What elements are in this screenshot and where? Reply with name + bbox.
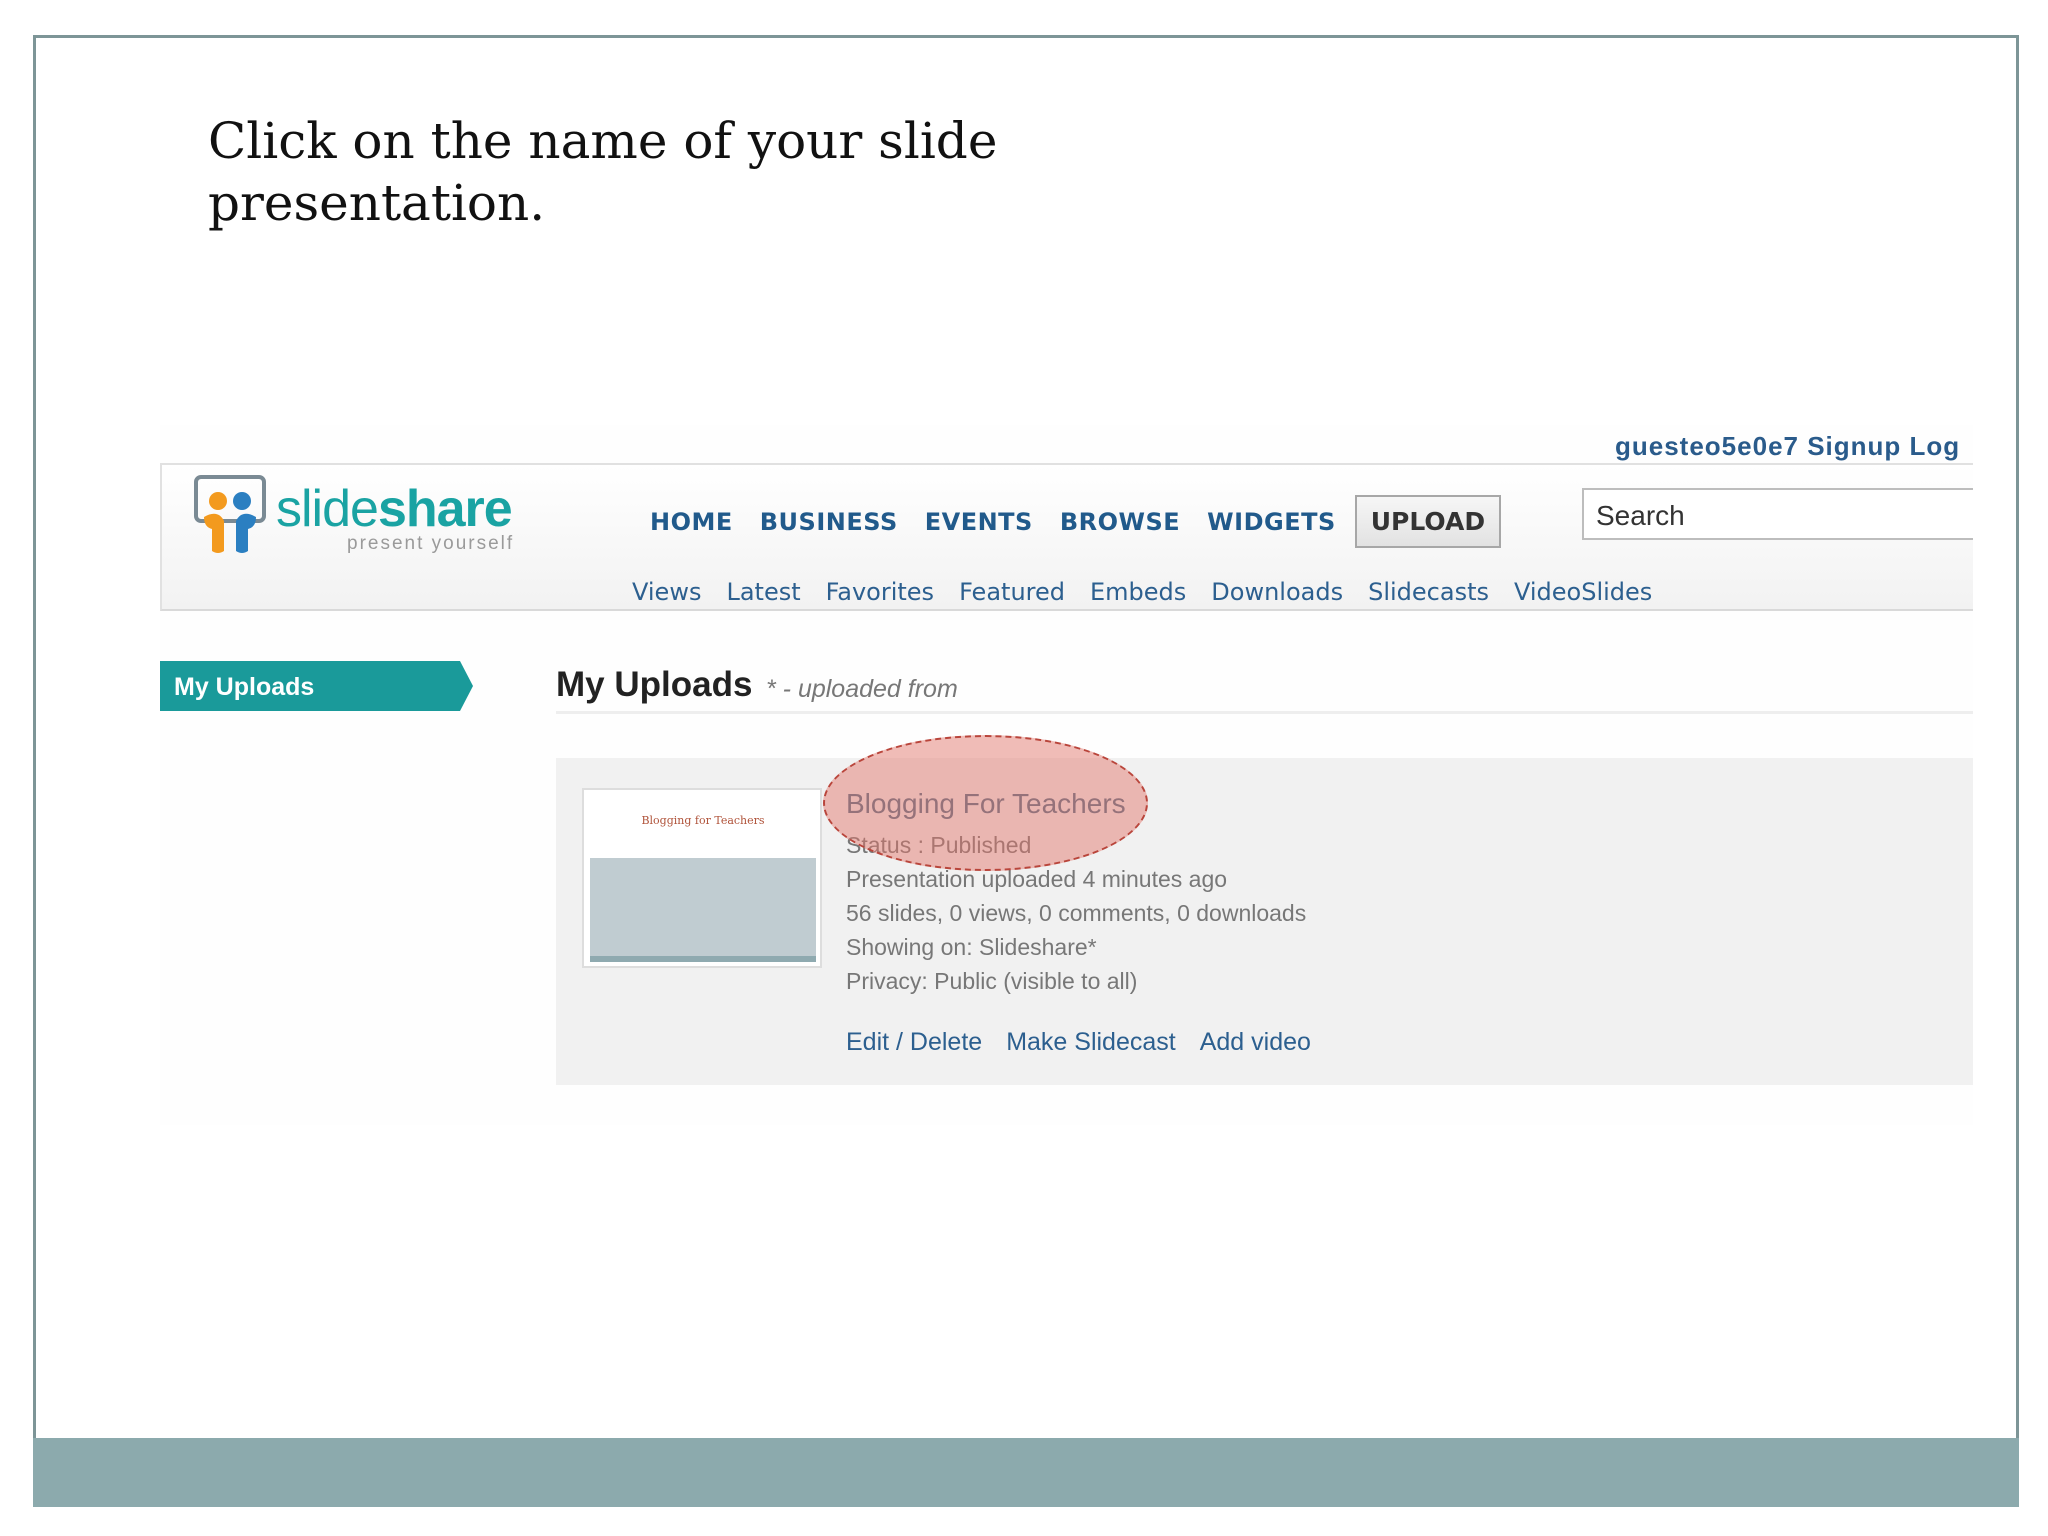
subnav-featured[interactable]: Featured [959, 578, 1065, 606]
presentation-uploaded-time: Presentation uploaded 4 minutes ago [846, 866, 1228, 892]
subnav-favorites[interactable]: Favorites [826, 578, 934, 606]
page-subtitle: * - uploaded from [766, 675, 958, 703]
slideshare-logo-text[interactable]: slideshare [276, 479, 513, 539]
subnav-views[interactable]: Views [632, 578, 701, 606]
presentation-showing-on: Showing on: Slideshare* [846, 934, 1097, 960]
heading-divider [556, 711, 1973, 714]
subnav-videoslides[interactable]: VideoSlides [1514, 578, 1652, 606]
subnav-latest[interactable]: Latest [726, 578, 800, 606]
nav-widgets[interactable]: WIDGETS [1207, 508, 1336, 536]
upload-button[interactable]: UPLOAD [1354, 495, 1502, 548]
slide-footer-band [33, 1438, 2019, 1507]
logo-tagline: present yourself [347, 533, 515, 554]
subnav-slidecasts[interactable]: Slidecasts [1368, 578, 1489, 606]
upload-list-item: Blogging for Teachers Blogging For Teach… [556, 758, 1973, 1085]
site-header: slideshare present yourself HOME BUSINES… [160, 463, 1973, 611]
main-nav: HOME BUSINESS EVENTS BROWSE WIDGETS UPLO… [650, 495, 1502, 548]
add-video-link[interactable]: Add video [1200, 1028, 1311, 1057]
sub-nav: Views Latest Favorites Featured Embeds D… [632, 578, 1677, 606]
subnav-downloads[interactable]: Downloads [1211, 578, 1343, 606]
instruction-line-2: presentation. [208, 174, 546, 232]
item-actions: Edit / Delete Make Slidecast Add video [846, 1028, 1335, 1057]
make-slidecast-link[interactable]: Make Slidecast [1006, 1028, 1176, 1057]
presentation-stats: 56 slides, 0 views, 0 comments, 0 downlo… [846, 900, 1307, 926]
nav-events[interactable]: EVENTS [925, 508, 1033, 536]
logo-bold-text: share [377, 480, 513, 538]
slideshare-logo-icon[interactable] [190, 473, 270, 557]
sidebar-tab-label: My Uploads [174, 673, 315, 701]
instruction-text: Click on the name of your slide presenta… [208, 110, 1108, 234]
thumbnail-body [590, 858, 816, 958]
edit-delete-link[interactable]: Edit / Delete [846, 1028, 982, 1057]
thumbnail-stripe [590, 956, 816, 962]
sidebar-tab-my-uploads[interactable]: My Uploads [160, 661, 473, 711]
presentation-privacy: Privacy: Public (visible to all) [846, 968, 1138, 994]
instruction-line-1: Click on the name of your slide [208, 112, 998, 170]
search-input[interactable]: Search [1582, 488, 1973, 540]
nav-browse[interactable]: BROWSE [1060, 508, 1180, 536]
thumbnail-title-area: Blogging for Teachers [590, 796, 816, 858]
nav-home[interactable]: HOME [650, 508, 733, 536]
page-title: My Uploads [556, 665, 753, 704]
presentation-thumbnail[interactable]: Blogging for Teachers [582, 788, 822, 968]
account-links[interactable]: guesteo5e0e7 Signup Log [1615, 431, 1960, 462]
logo-light-text: slide [276, 480, 379, 538]
title-highlight-ellipse [823, 735, 1148, 871]
subnav-embeds[interactable]: Embeds [1090, 578, 1186, 606]
thumbnail-title: Blogging for Teachers [641, 814, 765, 827]
nav-business[interactable]: BUSINESS [760, 508, 898, 536]
